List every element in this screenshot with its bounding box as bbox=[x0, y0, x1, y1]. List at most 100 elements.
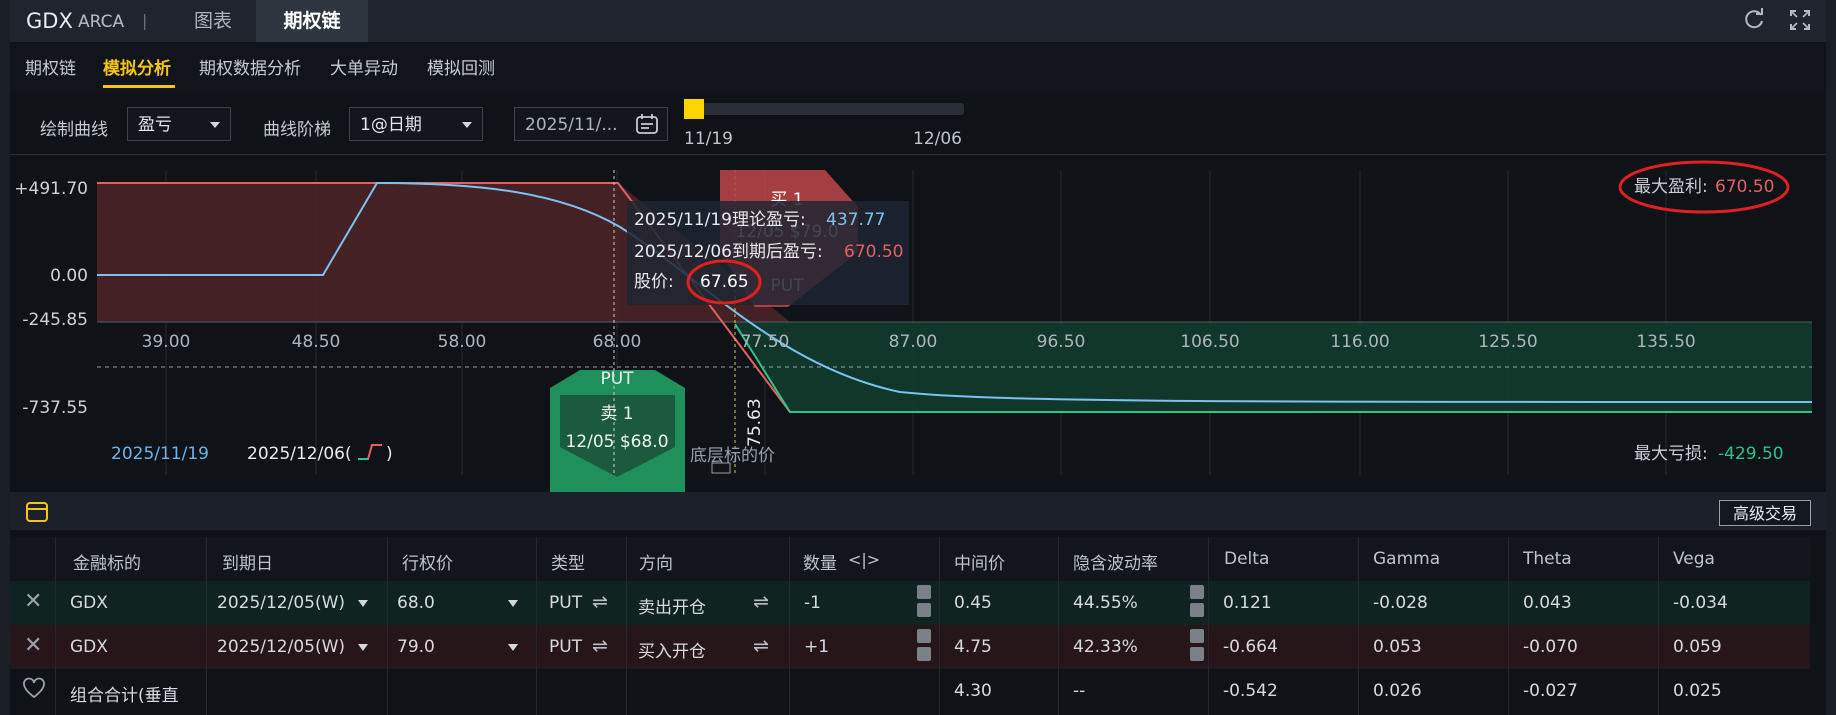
header-side: 方向 bbox=[639, 554, 673, 574]
iv-down-icon[interactable] bbox=[1190, 647, 1204, 661]
chevron-down-icon bbox=[462, 122, 472, 128]
column-divider bbox=[55, 537, 56, 715]
draw-curve-select[interactable]: 盈亏 bbox=[127, 107, 231, 141]
x-tick-label: 96.50 bbox=[1037, 332, 1086, 352]
subnav-backtest[interactable]: 模拟回测 bbox=[427, 54, 495, 79]
qty-down-icon[interactable] bbox=[917, 603, 931, 617]
cell-vega: 0.059 bbox=[1673, 637, 1722, 657]
swap-icon[interactable]: ⇌ bbox=[592, 591, 608, 613]
chevron-down-icon bbox=[210, 122, 220, 128]
x-tick-label: 58.00 bbox=[438, 332, 487, 352]
subnav-simulation[interactable]: 模拟分析 bbox=[103, 54, 171, 79]
divider bbox=[10, 154, 1826, 155]
swap-icon[interactable]: ⇌ bbox=[753, 591, 769, 613]
iv-up-icon[interactable] bbox=[1190, 585, 1204, 599]
cell-iv[interactable]: 44.55% bbox=[1073, 593, 1138, 613]
date-slider-handle[interactable] bbox=[684, 99, 704, 119]
swap-icon[interactable]: ⇌ bbox=[592, 635, 608, 657]
x-tick-label: 68.00 bbox=[593, 332, 642, 352]
close-icon[interactable]: ✕ bbox=[24, 633, 42, 658]
curve-step-value: 1@日期 bbox=[360, 115, 422, 135]
subnav-unusual-activity[interactable]: 大单异动 bbox=[330, 54, 398, 79]
qty-up-icon[interactable] bbox=[917, 585, 931, 599]
legend-series-theory: 2025/11/19 bbox=[111, 444, 209, 464]
swap-icon[interactable]: ⇌ bbox=[753, 635, 769, 657]
header-mid: 中间价 bbox=[954, 554, 1005, 574]
x-tick-label: 125.50 bbox=[1478, 332, 1537, 352]
cell-qty[interactable]: -1 bbox=[804, 593, 821, 613]
x-tick-label: 106.50 bbox=[1180, 332, 1239, 352]
right-edge-handle[interactable] bbox=[1826, 0, 1836, 715]
header-expiry: 到期日 bbox=[222, 554, 273, 574]
refresh-icon[interactable] bbox=[1742, 8, 1766, 32]
column-divider bbox=[387, 537, 388, 715]
tab-chart[interactable]: 图表 bbox=[172, 0, 254, 42]
chevron-down-icon[interactable] bbox=[358, 600, 368, 607]
tab-option-chain[interactable]: 期权链 bbox=[256, 0, 368, 42]
heart-icon[interactable] bbox=[22, 677, 46, 703]
sell-marker-detail: 12/05 $68.0 bbox=[565, 432, 668, 452]
chevron-down-icon[interactable] bbox=[358, 644, 368, 651]
panel-toggle-icon[interactable] bbox=[26, 502, 48, 526]
cell-mid: 4.75 bbox=[954, 637, 992, 657]
tooltip-price-value: 67.65 bbox=[700, 272, 749, 292]
summary-delta: -0.542 bbox=[1223, 681, 1278, 701]
chevron-down-icon[interactable] bbox=[508, 600, 518, 607]
cell-strike[interactable]: 79.0 bbox=[397, 637, 435, 657]
column-divider bbox=[1358, 537, 1359, 715]
tooltip-expiry-label: 2025/12/06到期后盈亏: bbox=[634, 242, 823, 262]
draw-curve-label: 绘制曲线 bbox=[40, 120, 108, 140]
header-theta: Theta bbox=[1523, 549, 1572, 569]
date-value: 2025/11/... bbox=[525, 115, 618, 135]
x-tick-label: 116.00 bbox=[1330, 332, 1389, 352]
column-divider bbox=[939, 537, 940, 715]
x-tick-label: 135.50 bbox=[1636, 332, 1695, 352]
cell-side: 买入开仓 bbox=[638, 642, 706, 662]
tooltip-theory-value: 437.77 bbox=[826, 210, 885, 230]
close-icon[interactable]: ✕ bbox=[24, 589, 42, 614]
cell-mid: 0.45 bbox=[954, 593, 992, 613]
advanced-trade-button[interactable]: 高级交易 bbox=[1719, 500, 1811, 526]
column-divider bbox=[1508, 537, 1509, 715]
header-symbol: 金融标的 bbox=[73, 554, 141, 574]
header-qty: 数量 bbox=[803, 554, 837, 574]
qty-up-icon[interactable] bbox=[917, 629, 931, 643]
header-strike: 行权价 bbox=[402, 554, 453, 574]
summary-gamma: 0.026 bbox=[1373, 681, 1422, 701]
cell-iv[interactable]: 42.33% bbox=[1073, 637, 1138, 657]
column-divider bbox=[1058, 537, 1059, 715]
curve-step-select[interactable]: 1@日期 bbox=[349, 107, 483, 141]
pnl-chart[interactable]: +491.70 0.00 -245.85 -737.55 39.00 48.50 58.00… bbox=[0, 157, 1836, 492]
iv-down-icon[interactable] bbox=[1190, 603, 1204, 617]
cell-strike[interactable]: 68.0 bbox=[397, 593, 435, 613]
y-tick-label: -245.85 bbox=[22, 310, 88, 330]
iv-up-icon[interactable] bbox=[1190, 629, 1204, 643]
date-picker[interactable]: 2025/11/... bbox=[514, 107, 668, 141]
cell-gamma: -0.028 bbox=[1373, 593, 1428, 613]
column-settings-icon[interactable]: <|> bbox=[848, 550, 880, 569]
cell-expiry[interactable]: 2025/12/05(W) bbox=[217, 593, 345, 613]
x-tick-label: 87.00 bbox=[889, 332, 938, 352]
chevron-down-icon[interactable] bbox=[508, 644, 518, 651]
subnav-option-data[interactable]: 期权数据分析 bbox=[199, 54, 301, 79]
left-edge-handle[interactable] bbox=[0, 0, 10, 715]
header-gamma: Gamma bbox=[1373, 549, 1441, 569]
column-divider bbox=[206, 537, 207, 715]
fullscreen-icon[interactable] bbox=[1788, 8, 1812, 32]
qty-down-icon[interactable] bbox=[917, 647, 931, 661]
date-slider-track[interactable] bbox=[684, 103, 964, 115]
tooltip-theory-label: 2025/11/19理论盈亏: bbox=[634, 210, 806, 230]
sell-marker-type: PUT bbox=[600, 369, 634, 389]
max-loss-value: -429.50 bbox=[1718, 444, 1784, 464]
cell-qty[interactable]: +1 bbox=[804, 637, 829, 657]
subnav-option-chain[interactable]: 期权链 bbox=[25, 54, 76, 79]
column-divider bbox=[626, 537, 627, 715]
max-loss-label: 最大亏损: bbox=[1634, 444, 1708, 464]
cell-expiry[interactable]: 2025/12/05(W) bbox=[217, 637, 345, 657]
calendar-icon[interactable] bbox=[635, 113, 659, 147]
summary-vega: 0.025 bbox=[1673, 681, 1722, 701]
sell-marker-action: 卖 1 bbox=[600, 404, 633, 424]
separator: | bbox=[142, 11, 148, 30]
header-vega: Vega bbox=[1673, 549, 1715, 569]
legend-paren: ) bbox=[386, 444, 393, 464]
